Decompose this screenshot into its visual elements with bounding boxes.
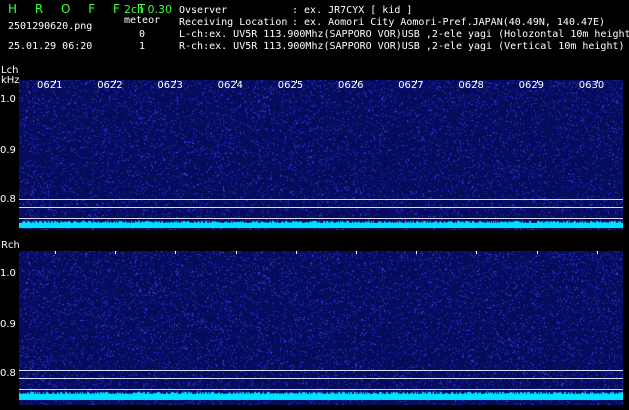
time-tick [295,251,297,254]
time-axis-label: 0622 [97,80,123,91]
time-axis-label: 0621 [37,80,63,91]
time-tick [596,251,598,254]
meteor-rch-count: 1 [139,41,146,52]
lch-signal-band [19,223,623,228]
file-name: 2501290620.png [8,21,93,32]
rch-ytick: 1.0 [0,268,16,279]
time-axis-label: 0626 [338,80,364,91]
file-datetime: 25.01.29 06:20 [8,41,93,52]
rch-label: Rch [1,240,20,251]
time-axis-label: 0624 [217,80,244,91]
lch-ytick: 1.0 [0,94,16,105]
lch-ytick: 0.9 [0,145,16,156]
observer-label: Ovserver [179,5,228,16]
time-tick [235,251,237,254]
time-tick [476,251,478,254]
time-axis-label: 0627 [398,80,424,91]
rch-ytick: 0.9 [0,319,16,330]
rch-spectrogram [19,251,623,405]
time-axis-label: 0625 [277,80,304,91]
meteor-label: meteor [124,15,161,26]
time-axis-label: 0629 [518,80,545,91]
lch-ytick: 0.8 [0,194,16,205]
time-tick [536,251,538,254]
lch-description: L-ch:ex. UV5R 113.900Mhz(SAPPORO VOR)USB… [179,29,629,40]
observer-value: : ex. JR7CYX [ kid ] [292,5,413,16]
time-tick [175,251,177,254]
rch-ytick: 0.8 [0,368,16,379]
time-tick [356,251,357,254]
lch-unit: kHz [1,75,20,86]
rch-signal-band [19,394,623,400]
time-tick [115,251,117,254]
time-axis-label: 0623 [157,80,183,91]
time-axis-label: 0630 [578,80,605,91]
location-value: : ex. Aomori City Aomori-Pref.JAPAN(40.4… [292,17,606,28]
lch-spectrogram [19,80,623,230]
time-tick [55,251,56,254]
time-axis-label: 0628 [458,80,484,91]
time-tick [416,251,418,254]
rch-description: R-ch:ex. UV5R 113.900Mhz(SAPPORO VOR)USB… [179,41,625,52]
location-label: Receiving Location [179,17,288,28]
meteor-lch-count: 0 [139,29,146,40]
